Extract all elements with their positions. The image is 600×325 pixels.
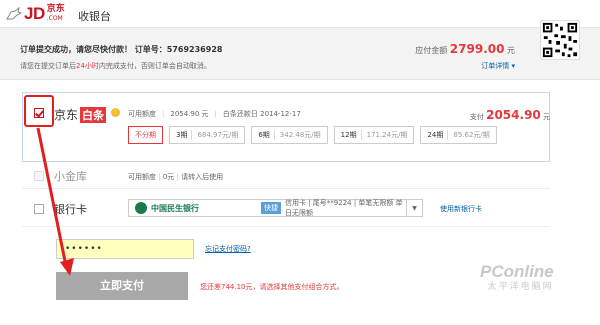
cmbc-bank-logo-icon (135, 202, 147, 214)
order-summary-bar: 订单提交成功，请您尽快付款！ 订单号：5769236928 请您在提交订单后24… (0, 28, 600, 80)
order-success-message: 订单提交成功，请您尽快付款！ 订单号：5769236928 (20, 45, 223, 54)
jd-dog-icon (6, 7, 22, 20)
logo-com: .COM (46, 15, 63, 22)
order-detail-link[interactable]: 订单详情 ▾ (481, 61, 515, 71)
amount-due-value: 2799.00 (449, 42, 505, 56)
forgot-password-link[interactable]: 忘记支付密码? (205, 244, 251, 254)
bank-name: 中国民生银行 (151, 203, 199, 213)
xiaojinku-info: 可用额度 | 0元 | 请转入后使用 (128, 173, 224, 181)
baitiao-credit-info: 可用额度 | 2054.90 元 | 白条还款日 2014-12-17 (128, 110, 301, 118)
installment-option-6[interactable]: 6期 342.48元/期 (251, 126, 328, 144)
order-deadline-note: 请您在提交订单后24小时内完成支付，否则订单会自动取消。 (20, 62, 211, 70)
logo-cn: 京东 (46, 4, 65, 14)
page-title: 收银台 (78, 10, 111, 23)
pay-now-button[interactable]: 立即支付 (56, 272, 188, 300)
use-new-card-link[interactable]: 使用新银行卡 (440, 204, 482, 214)
row-divider (22, 226, 550, 227)
xiaojinku-label: 小金库 (54, 170, 87, 183)
bankcard-select[interactable]: 中国民生银行 快捷 信用卡 | 尾号**9224 | 单笔无限额 单日无限额 ▼ (128, 199, 423, 217)
amount-due: 应付金额 2799.00 元 (415, 42, 515, 56)
installment-option-none[interactable]: 不分期 (128, 126, 163, 144)
bankcard-desc: 信用卡 | 尾号**9224 | 单笔无限额 单日无限额 (285, 199, 403, 217)
payment-password-input[interactable]: •••••• (56, 239, 194, 259)
baitiao-tag: 白条 (80, 107, 107, 123)
installment-option-3[interactable]: 3期 684.97元/期 (169, 126, 246, 144)
pconline-watermark: PConline 太平洋电脑网 (480, 262, 554, 291)
row-divider (22, 188, 550, 189)
installment-option-12[interactable]: 12期 171.24元/期 (333, 126, 415, 144)
bankcard-label: 银行卡 (54, 203, 87, 216)
baitiao-pay-amount: 支付 2054.90 元 (469, 108, 550, 122)
shortage-warning: 您还差744.10元，请选择其他支付组合方式。 (200, 283, 344, 291)
xiaojinku-checkbox[interactable] (34, 171, 44, 181)
qr-code-icon (540, 20, 580, 60)
bankcard-checkbox[interactable] (34, 204, 44, 214)
info-icon[interactable]: ! (111, 108, 120, 117)
jd-logo[interactable]: JD 京东 .COM (6, 4, 65, 24)
logo-text: JD (24, 4, 45, 23)
checkbox-annotation-box (24, 95, 54, 127)
quick-pay-badge: 快捷 (261, 202, 281, 214)
installment-options: 不分期 3期 684.97元/期 6期 342.48元/期 12期 171.24元/期… (128, 126, 497, 144)
page-header: JD 京东 .COM 收银台 (0, 0, 600, 28)
baitiao-label: 京东 白条 (54, 107, 107, 123)
chevron-down-icon[interactable]: ▼ (406, 200, 422, 216)
installment-option-24[interactable]: 24期 85.62元/期 (420, 126, 497, 144)
